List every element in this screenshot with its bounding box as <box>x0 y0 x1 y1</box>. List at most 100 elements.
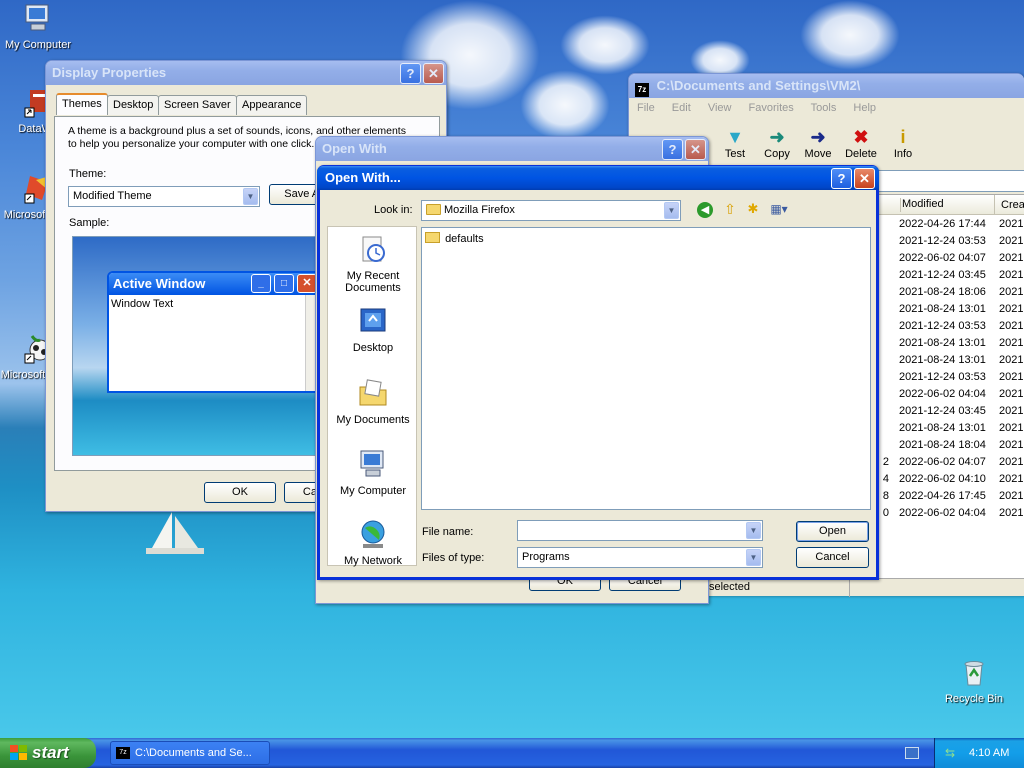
cancel-button[interactable]: Cancel <box>796 547 869 568</box>
created-cell: 2021- <box>999 439 1024 451</box>
info-button[interactable]: i Info <box>881 126 925 160</box>
folder-item[interactable]: defaults <box>425 231 484 248</box>
recycle-bin-icon <box>964 661 984 686</box>
help-button[interactable]: ? <box>400 63 421 84</box>
modified-cell: 2021-08-24 18:04 <box>899 439 986 451</box>
start-button[interactable]: start <box>0 738 96 768</box>
created-cell: 2021- <box>999 269 1024 281</box>
desktop-icon <box>360 308 386 332</box>
views-menu-icon[interactable]: ▦▾ <box>767 201 791 217</box>
look-in-select[interactable]: Mozilla Firefox ▼ <box>421 200 681 221</box>
window-title: Open With... <box>325 170 401 185</box>
test-button[interactable]: ▼ Test <box>713 126 757 160</box>
created-cell: 2021- <box>999 371 1024 383</box>
menu-favorites[interactable]: Favorites <box>749 102 794 114</box>
up-folder-icon[interactable]: ⇧ <box>721 200 739 218</box>
preview-active-window: Active Window _ □ ✕ Window Text <box>107 271 321 393</box>
modified-cell: 2022-04-26 17:44 <box>899 218 986 230</box>
tab-themes[interactable]: Themes <box>56 93 108 115</box>
menu-file[interactable]: File <box>637 102 655 114</box>
column-modified[interactable]: Modified <box>902 198 944 210</box>
back-icon[interactable]: ◀ <box>697 202 713 218</box>
created-cell: 2021- <box>999 252 1024 264</box>
menu-help[interactable]: Help <box>853 102 876 114</box>
tab-appearance[interactable]: Appearance <box>236 95 308 115</box>
file-name-input[interactable]: ▼ <box>517 520 763 541</box>
new-folder-icon[interactable]: ✱ <box>744 201 762 217</box>
preview-window-text: Window Text <box>111 298 174 310</box>
chevron-down-icon[interactable]: ▼ <box>746 522 761 539</box>
files-of-type-label: Files of type: <box>422 552 485 564</box>
my-computer-icon <box>25 4 49 31</box>
close-button[interactable]: ✕ <box>854 168 875 189</box>
column-created[interactable]: Crea <box>994 195 1024 215</box>
copy-arrow-icon: ➜ <box>769 127 785 147</box>
maximize-icon: □ <box>274 274 294 293</box>
open-with-titlebar[interactable]: Open With ? ✕ <box>316 137 708 161</box>
created-cell: 2021- <box>999 405 1024 417</box>
created-cell: 2021- <box>999 507 1024 519</box>
open-button[interactable]: Open <box>796 521 869 542</box>
chevron-down-icon[interactable]: ▼ <box>664 202 679 219</box>
created-cell: 2021- <box>999 337 1024 349</box>
delete-button[interactable]: ✖ Delete <box>839 126 883 160</box>
tab-screen-saver[interactable]: Screen Saver <box>158 95 237 115</box>
theme-select[interactable]: Modified Theme ▼ <box>68 186 260 207</box>
files-of-type-value: Programs <box>522 551 570 563</box>
taskbar: start 7z C:\Documents and Se... ⇆ 4:10 A… <box>0 738 1024 768</box>
created-cell: 2021- <box>999 354 1024 366</box>
close-button[interactable]: ✕ <box>423 63 444 84</box>
modified-cell: 2022-06-02 04:07 <box>899 252 986 264</box>
window-title: Display Properties <box>52 65 167 80</box>
my-documents-icon <box>359 379 387 406</box>
created-cell: 2021- <box>999 388 1024 400</box>
places-my-documents[interactable]: My Documents <box>328 377 418 426</box>
menu-view[interactable]: View <box>708 102 732 114</box>
theme-label: Theme: <box>69 168 107 180</box>
created-cell: 2021- <box>999 286 1024 298</box>
windows-logo-icon <box>10 745 27 760</box>
ok-button[interactable]: OK <box>204 482 276 503</box>
menu-edit[interactable]: Edit <box>672 102 691 114</box>
network-tray-icon[interactable]: ⇆ <box>945 746 959 760</box>
chevron-down-icon[interactable]: ▼ <box>243 188 258 205</box>
file-browser-list: defaults <box>421 227 871 510</box>
places-desktop[interactable]: Desktop <box>328 305 418 354</box>
tab-desktop[interactable]: Desktop <box>107 95 160 115</box>
open-with-file-dialog-titlebar[interactable]: Open With... ? ✕ <box>317 166 879 190</box>
app-7z-icon: 7z <box>635 83 649 97</box>
chevron-down-icon[interactable]: ▼ <box>746 549 761 566</box>
places-my-computer[interactable]: My Computer <box>328 448 418 497</box>
created-cell: 2021- <box>999 456 1024 468</box>
close-button[interactable]: ✕ <box>685 139 706 160</box>
created-cell: 2021- <box>999 422 1024 434</box>
explorer-titlebar[interactable]: 7z C:\Documents and Settings\VM2\ <box>629 74 1024 98</box>
clock[interactable]: 4:10 AM <box>969 738 1009 768</box>
help-button[interactable]: ? <box>662 139 683 160</box>
cloud-decoration <box>800 0 900 70</box>
keyboard-icon[interactable] <box>905 747 919 759</box>
places-my-recent-documents[interactable]: My Recent Documents <box>328 233 418 294</box>
move-button[interactable]: ➜ Move <box>796 126 840 160</box>
taskbar-item-explorer[interactable]: 7z C:\Documents and Se... <box>110 741 270 765</box>
copy-button[interactable]: ➜ Copy <box>755 126 799 160</box>
toolbar-label: Test <box>724 148 746 160</box>
move-arrow-icon: ➜ <box>810 127 826 147</box>
help-button[interactable]: ? <box>831 168 852 189</box>
desktop-icon-label: Recycle Bin <box>944 693 1004 705</box>
places-my-network[interactable]: My Network <box>328 518 418 567</box>
desktop-icon-recycle-bin[interactable]: Recycle Bin <box>936 656 1012 705</box>
places-label: My Documents <box>336 414 410 426</box>
desktop-icon-my-computer[interactable]: My Computer <box>0 2 76 51</box>
modified-cell: 2021-08-24 18:06 <box>899 286 986 298</box>
files-of-type-select[interactable]: Programs ▼ <box>517 547 763 568</box>
network-globe-icon <box>361 520 385 548</box>
created-cell: 2021- <box>999 235 1024 247</box>
created-cell: 2021- <box>999 218 1024 230</box>
taskbar-item-label: C:\Documents and Se... <box>135 747 252 759</box>
created-cell: 2021- <box>999 490 1024 502</box>
toolbar-label: Move <box>804 148 832 160</box>
modified-cell: 2022-06-02 04:04 <box>899 388 986 400</box>
menu-tools[interactable]: Tools <box>811 102 837 114</box>
display-properties-titlebar[interactable]: Display Properties ? ✕ <box>46 61 446 85</box>
